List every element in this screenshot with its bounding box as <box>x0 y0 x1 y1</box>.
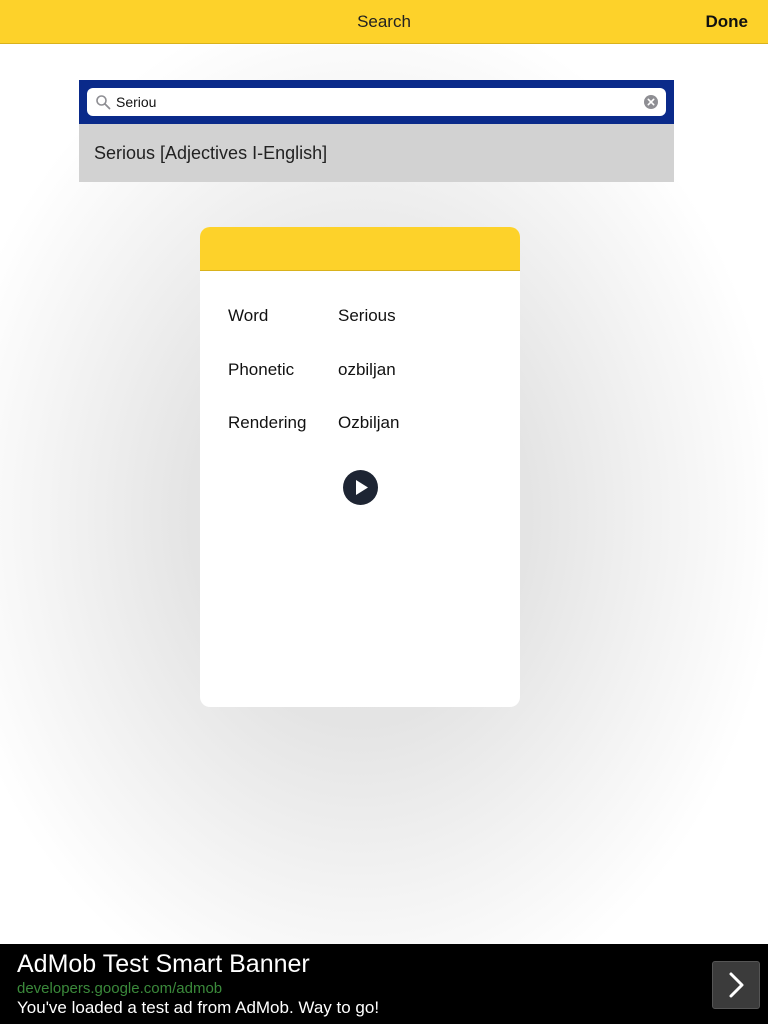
page-title: Search <box>357 12 411 31</box>
ad-open-button[interactable] <box>712 961 760 1009</box>
search-result-label: Serious [Adjectives I-English] <box>94 143 328 163</box>
clear-icon[interactable] <box>644 95 658 109</box>
search-result-item[interactable]: Serious [Adjectives I-English] <box>79 124 674 182</box>
play-icon <box>356 480 368 495</box>
phonetic-value: ozbiljan <box>338 360 396 379</box>
word-card: Word Serious Phonetic ozbiljan Rendering… <box>200 227 520 707</box>
ad-description: You've loaded a test ad from AdMob. Way … <box>17 998 380 1017</box>
play-audio-button[interactable] <box>343 470 378 505</box>
rendering-value: Ozbiljan <box>338 413 400 432</box>
search-icon <box>96 95 111 110</box>
ad-url[interactable]: developers.google.com/admob <box>17 980 222 997</box>
done-button[interactable]: Done <box>706 12 749 32</box>
phonetic-label: Phonetic <box>228 360 295 379</box>
word-label: Word <box>228 306 269 325</box>
ad-banner[interactable]: AdMob Test Smart Banner developers.googl… <box>0 944 768 1024</box>
card-header <box>200 227 520 271</box>
search-bar <box>79 80 674 124</box>
rendering-label: Rendering <box>228 413 307 432</box>
word-value: Serious <box>338 306 396 325</box>
search-input[interactable] <box>116 94 616 110</box>
chevron-right-icon <box>729 972 744 998</box>
search-field[interactable] <box>87 88 666 116</box>
navigation-bar: Search Done <box>0 0 768 44</box>
ad-title: AdMob Test Smart Banner <box>17 950 310 978</box>
